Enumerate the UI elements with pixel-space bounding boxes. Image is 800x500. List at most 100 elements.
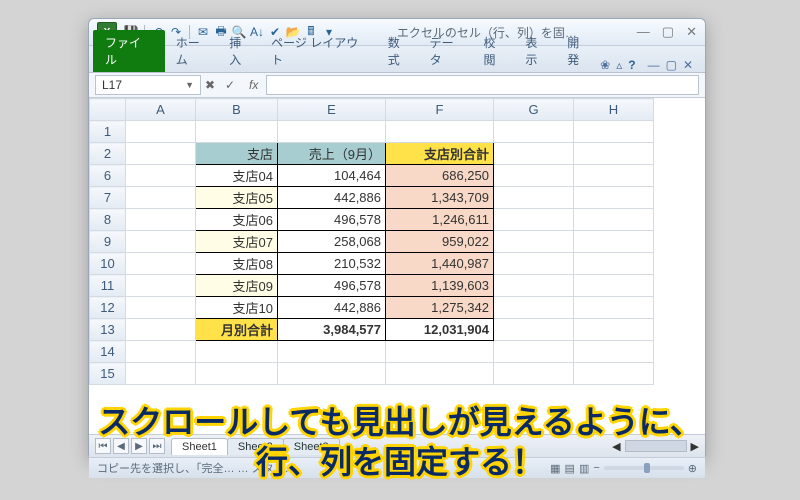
row-header[interactable]: 8 xyxy=(90,209,126,231)
cell[interactable] xyxy=(574,341,654,363)
header-sales-sep[interactable]: 売上（9月） xyxy=(278,143,386,165)
col-header-F[interactable]: F xyxy=(386,99,494,121)
cell-total[interactable]: 1,275,342 xyxy=(386,297,494,319)
cell-branch[interactable]: 支店05 xyxy=(196,187,278,209)
cell-total[interactable]: 1,343,709 xyxy=(386,187,494,209)
cell[interactable] xyxy=(494,319,574,341)
ribbon-minimize-icon[interactable]: ▵ xyxy=(616,58,622,72)
cell[interactable] xyxy=(126,187,196,209)
addin-icon[interactable]: ❀ xyxy=(600,58,610,72)
cell[interactable] xyxy=(126,165,196,187)
cell-total[interactable]: 686,250 xyxy=(386,165,494,187)
cell[interactable] xyxy=(196,341,278,363)
col-header-E[interactable]: E xyxy=(278,99,386,121)
cell[interactable] xyxy=(494,121,574,143)
cell[interactable] xyxy=(126,319,196,341)
cell[interactable] xyxy=(196,363,278,385)
cell-total[interactable]: 959,022 xyxy=(386,231,494,253)
cell[interactable] xyxy=(494,165,574,187)
cell-total[interactable]: 1,246,611 xyxy=(386,209,494,231)
cell[interactable] xyxy=(494,143,574,165)
row-header[interactable]: 11 xyxy=(90,275,126,297)
cell[interactable] xyxy=(574,165,654,187)
cell-sales[interactable]: 258,068 xyxy=(278,231,386,253)
cell-sales[interactable]: 496,578 xyxy=(278,209,386,231)
cell-sales[interactable]: 442,886 xyxy=(278,297,386,319)
header-branch-total[interactable]: 支店別合計 xyxy=(386,143,494,165)
cell-total[interactable]: 1,139,603 xyxy=(386,275,494,297)
cell-sales[interactable]: 442,886 xyxy=(278,187,386,209)
cell[interactable] xyxy=(494,363,574,385)
cell[interactable] xyxy=(494,297,574,319)
tab-data[interactable]: データ xyxy=(421,30,475,72)
cell[interactable] xyxy=(126,121,196,143)
tab-view[interactable]: 表示 xyxy=(516,30,558,72)
cell[interactable] xyxy=(494,209,574,231)
worksheet-grid[interactable]: A B E F G H 1 2 支店 売上（9月） 支店別合計 xyxy=(89,98,705,434)
cell[interactable] xyxy=(386,341,494,363)
minimize-icon[interactable]: ― xyxy=(637,24,650,40)
cell[interactable] xyxy=(126,341,196,363)
cell[interactable] xyxy=(126,143,196,165)
cell-monthly-total-branch[interactable]: 12,031,904 xyxy=(386,319,494,341)
cell-branch[interactable]: 支店04 xyxy=(196,165,278,187)
cell[interactable] xyxy=(126,297,196,319)
row-header[interactable]: 2 xyxy=(90,143,126,165)
cell[interactable] xyxy=(574,253,654,275)
cell[interactable] xyxy=(126,253,196,275)
formula-input[interactable] xyxy=(266,75,699,95)
file-tab[interactable]: ファイル xyxy=(93,30,165,72)
enter-fx-icon[interactable]: ✓ xyxy=(225,78,241,92)
name-box[interactable]: L17 ▼ xyxy=(95,75,201,95)
tab-pagelayout[interactable]: ページ レイアウト xyxy=(262,30,379,72)
cell-branch[interactable]: 支店09 xyxy=(196,275,278,297)
col-header-B[interactable]: B xyxy=(196,99,278,121)
cell[interactable] xyxy=(574,187,654,209)
close-icon[interactable]: ✕ xyxy=(686,24,697,40)
cell[interactable] xyxy=(196,121,278,143)
cell-branch[interactable]: 支店08 xyxy=(196,253,278,275)
cell[interactable] xyxy=(386,363,494,385)
cell[interactable] xyxy=(494,275,574,297)
row-header[interactable]: 15 xyxy=(90,363,126,385)
mdi-close-icon[interactable]: ✕ xyxy=(683,58,693,72)
cell[interactable] xyxy=(494,231,574,253)
cell-branch[interactable]: 支店07 xyxy=(196,231,278,253)
help-icon[interactable]: ? xyxy=(628,58,635,72)
cancel-fx-icon[interactable]: ✖ xyxy=(205,78,221,92)
cell-branch[interactable]: 支店10 xyxy=(196,297,278,319)
cell[interactable] xyxy=(278,341,386,363)
chevron-down-icon[interactable]: ▼ xyxy=(185,80,194,90)
row-header[interactable]: 10 xyxy=(90,253,126,275)
cell[interactable] xyxy=(126,275,196,297)
tab-developer[interactable]: 開発 xyxy=(558,30,600,72)
cell-branch[interactable]: 支店06 xyxy=(196,209,278,231)
tab-insert[interactable]: 挿入 xyxy=(220,30,262,72)
row-header[interactable]: 14 xyxy=(90,341,126,363)
col-header-G[interactable]: G xyxy=(494,99,574,121)
row-header[interactable]: 13 xyxy=(90,319,126,341)
tab-home[interactable]: ホーム xyxy=(167,30,220,72)
row-header[interactable]: 6 xyxy=(90,165,126,187)
mdi-minimize-icon[interactable]: ― xyxy=(648,58,660,72)
fx-icon[interactable]: fx xyxy=(245,78,262,92)
cell[interactable] xyxy=(574,231,654,253)
cell[interactable] xyxy=(574,275,654,297)
cell-sales[interactable]: 496,578 xyxy=(278,275,386,297)
row-header[interactable]: 9 xyxy=(90,231,126,253)
cell[interactable] xyxy=(494,341,574,363)
cell[interactable] xyxy=(574,297,654,319)
cell-monthly-total-sales[interactable]: 3,984,577 xyxy=(278,319,386,341)
header-branch[interactable]: 支店 xyxy=(196,143,278,165)
row-header[interactable]: 7 xyxy=(90,187,126,209)
cell-sales[interactable]: 104,464 xyxy=(278,165,386,187)
cell[interactable] xyxy=(574,363,654,385)
cell[interactable] xyxy=(126,363,196,385)
cell[interactable] xyxy=(386,121,494,143)
cell[interactable] xyxy=(278,363,386,385)
tab-formulas[interactable]: 数式 xyxy=(379,30,421,72)
row-header[interactable]: 1 xyxy=(90,121,126,143)
cell[interactable] xyxy=(574,143,654,165)
cell[interactable] xyxy=(574,209,654,231)
cell[interactable] xyxy=(574,121,654,143)
